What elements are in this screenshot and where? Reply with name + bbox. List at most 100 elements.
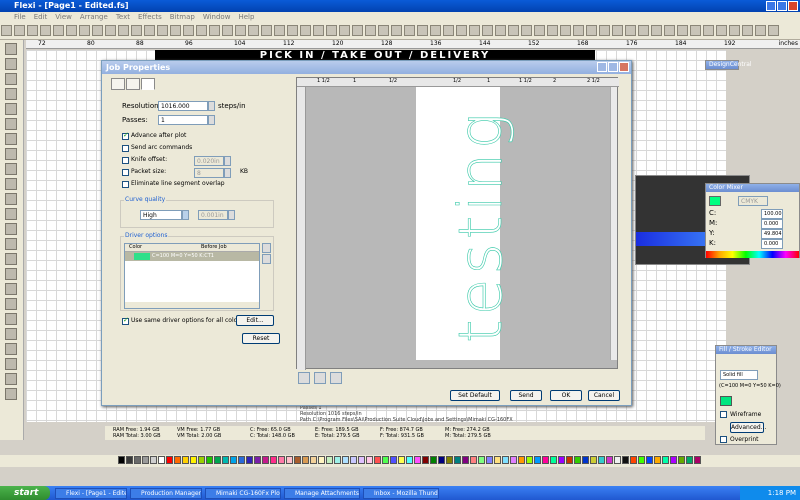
palette-swatch[interactable]: [494, 456, 501, 464]
palette-swatch[interactable]: [518, 456, 525, 464]
tool-button[interactable]: [5, 328, 17, 340]
start-button[interactable]: start: [0, 486, 50, 500]
toolbar-button[interactable]: [183, 25, 194, 36]
toolbar-button[interactable]: [508, 25, 519, 36]
toolbar-button[interactable]: [716, 25, 727, 36]
toolbar-button[interactable]: [144, 25, 155, 36]
palette-swatch[interactable]: [166, 456, 173, 464]
toolbar-button[interactable]: [560, 25, 571, 36]
palette-swatch[interactable]: [302, 456, 309, 464]
reset-button[interactable]: Reset: [242, 333, 280, 344]
toolbar-button[interactable]: [209, 25, 220, 36]
toolbar-button[interactable]: [53, 25, 64, 36]
curve-quality-select[interactable]: High: [140, 210, 182, 220]
menu-view[interactable]: View: [55, 12, 72, 22]
palette-swatch[interactable]: [638, 456, 645, 464]
tab-output[interactable]: [126, 78, 140, 90]
palette-swatch[interactable]: [622, 456, 629, 464]
toolbar-button[interactable]: [755, 25, 766, 36]
toolbar-button[interactable]: [612, 25, 623, 36]
toolbar-button[interactable]: [586, 25, 597, 36]
palette-swatch[interactable]: [198, 456, 205, 464]
toolbar-button[interactable]: [235, 25, 246, 36]
advanced-button[interactable]: Advanced...: [730, 422, 766, 433]
palette-swatch[interactable]: [174, 456, 181, 464]
menu-bitmap[interactable]: Bitmap: [170, 12, 195, 22]
palette-swatch[interactable]: [126, 456, 133, 464]
palette-swatch[interactable]: [526, 456, 533, 464]
tool-button[interactable]: [5, 118, 17, 130]
toolbar-button[interactable]: [40, 25, 51, 36]
tool-button[interactable]: [5, 268, 17, 280]
toolbar-button[interactable]: [131, 25, 142, 36]
job-preview[interactable]: 1 1/2 1 1/2 1/2 1 1 1/2 2 2 1/2 testing: [296, 77, 619, 370]
resolution-input[interactable]: 1016.000: [158, 101, 208, 111]
palette-swatch[interactable]: [318, 456, 325, 464]
palette-swatch[interactable]: [134, 456, 141, 464]
dialog-minimize-button[interactable]: [597, 62, 607, 72]
palette-swatch[interactable]: [214, 456, 221, 464]
palette-swatch[interactable]: [646, 456, 653, 464]
palette-swatch[interactable]: [150, 456, 157, 464]
palette-swatch[interactable]: [502, 456, 509, 464]
tool-button[interactable]: [5, 343, 17, 355]
palette-swatch[interactable]: [366, 456, 373, 464]
curve-quality-tolerance[interactable]: 0.001in: [198, 210, 228, 220]
palette-swatch[interactable]: [342, 456, 349, 464]
palette-swatch[interactable]: [158, 456, 165, 464]
menu-text[interactable]: Text: [116, 12, 130, 22]
task-production-manager[interactable]: Production Manager: [130, 488, 202, 499]
palette-swatch[interactable]: [278, 456, 285, 464]
tool-button[interactable]: [5, 133, 17, 145]
toolbar-button[interactable]: [274, 25, 285, 36]
palette-swatch[interactable]: [406, 456, 413, 464]
tool-button[interactable]: [5, 298, 17, 310]
palette-swatch[interactable]: [574, 456, 581, 464]
palette-swatch[interactable]: [390, 456, 397, 464]
menu-file[interactable]: File: [14, 12, 26, 22]
menu-effects[interactable]: Effects: [138, 12, 162, 22]
mixer-mode[interactable]: CMYK: [738, 196, 768, 206]
toolbar-button[interactable]: [92, 25, 103, 36]
toolbar-button[interactable]: [352, 25, 363, 36]
cancel-button[interactable]: Cancel: [588, 390, 620, 401]
dialog-close-button[interactable]: [619, 62, 629, 72]
tool-button[interactable]: [5, 373, 17, 385]
task-attachments[interactable]: Manage Attachments...: [284, 488, 360, 499]
palette-swatch[interactable]: [630, 456, 637, 464]
knife-offset-checkbox[interactable]: [122, 157, 129, 164]
toolbar-button[interactable]: [547, 25, 558, 36]
fill-type-select[interactable]: Solid fill: [720, 370, 758, 380]
toolbar-button[interactable]: [573, 25, 584, 36]
tool-button[interactable]: [5, 43, 17, 55]
palette-swatch[interactable]: [606, 456, 613, 464]
palette-swatch[interactable]: [230, 456, 237, 464]
tool-button[interactable]: [5, 238, 17, 250]
palette-swatch[interactable]: [566, 456, 573, 464]
tool-button[interactable]: [5, 253, 17, 265]
palette-swatch[interactable]: [206, 456, 213, 464]
palette-swatch[interactable]: [486, 456, 493, 464]
toolbar-button[interactable]: [638, 25, 649, 36]
toolbar-button[interactable]: [287, 25, 298, 36]
toolbar-button[interactable]: [404, 25, 415, 36]
zoom-out-icon[interactable]: [330, 372, 342, 384]
tool-button[interactable]: [5, 313, 17, 325]
send-button[interactable]: Send: [510, 390, 542, 401]
toolbar-button[interactable]: [768, 25, 779, 36]
toolbar-button[interactable]: [664, 25, 675, 36]
palette-swatch[interactable]: [262, 456, 269, 464]
palette-swatch[interactable]: [118, 456, 125, 464]
tool-button[interactable]: [5, 178, 17, 190]
tool-button[interactable]: [5, 88, 17, 100]
toolbar-button[interactable]: [365, 25, 376, 36]
dialog-maximize-button[interactable]: [608, 62, 618, 72]
toolbar-button[interactable]: [430, 25, 441, 36]
palette-swatch[interactable]: [590, 456, 597, 464]
curve-tolerance-spinner[interactable]: [228, 210, 235, 220]
toolbar-button[interactable]: [456, 25, 467, 36]
toolbar-button[interactable]: [378, 25, 389, 36]
palette-swatch[interactable]: [558, 456, 565, 464]
tool-button[interactable]: [5, 193, 17, 205]
palette-swatch[interactable]: [382, 456, 389, 464]
